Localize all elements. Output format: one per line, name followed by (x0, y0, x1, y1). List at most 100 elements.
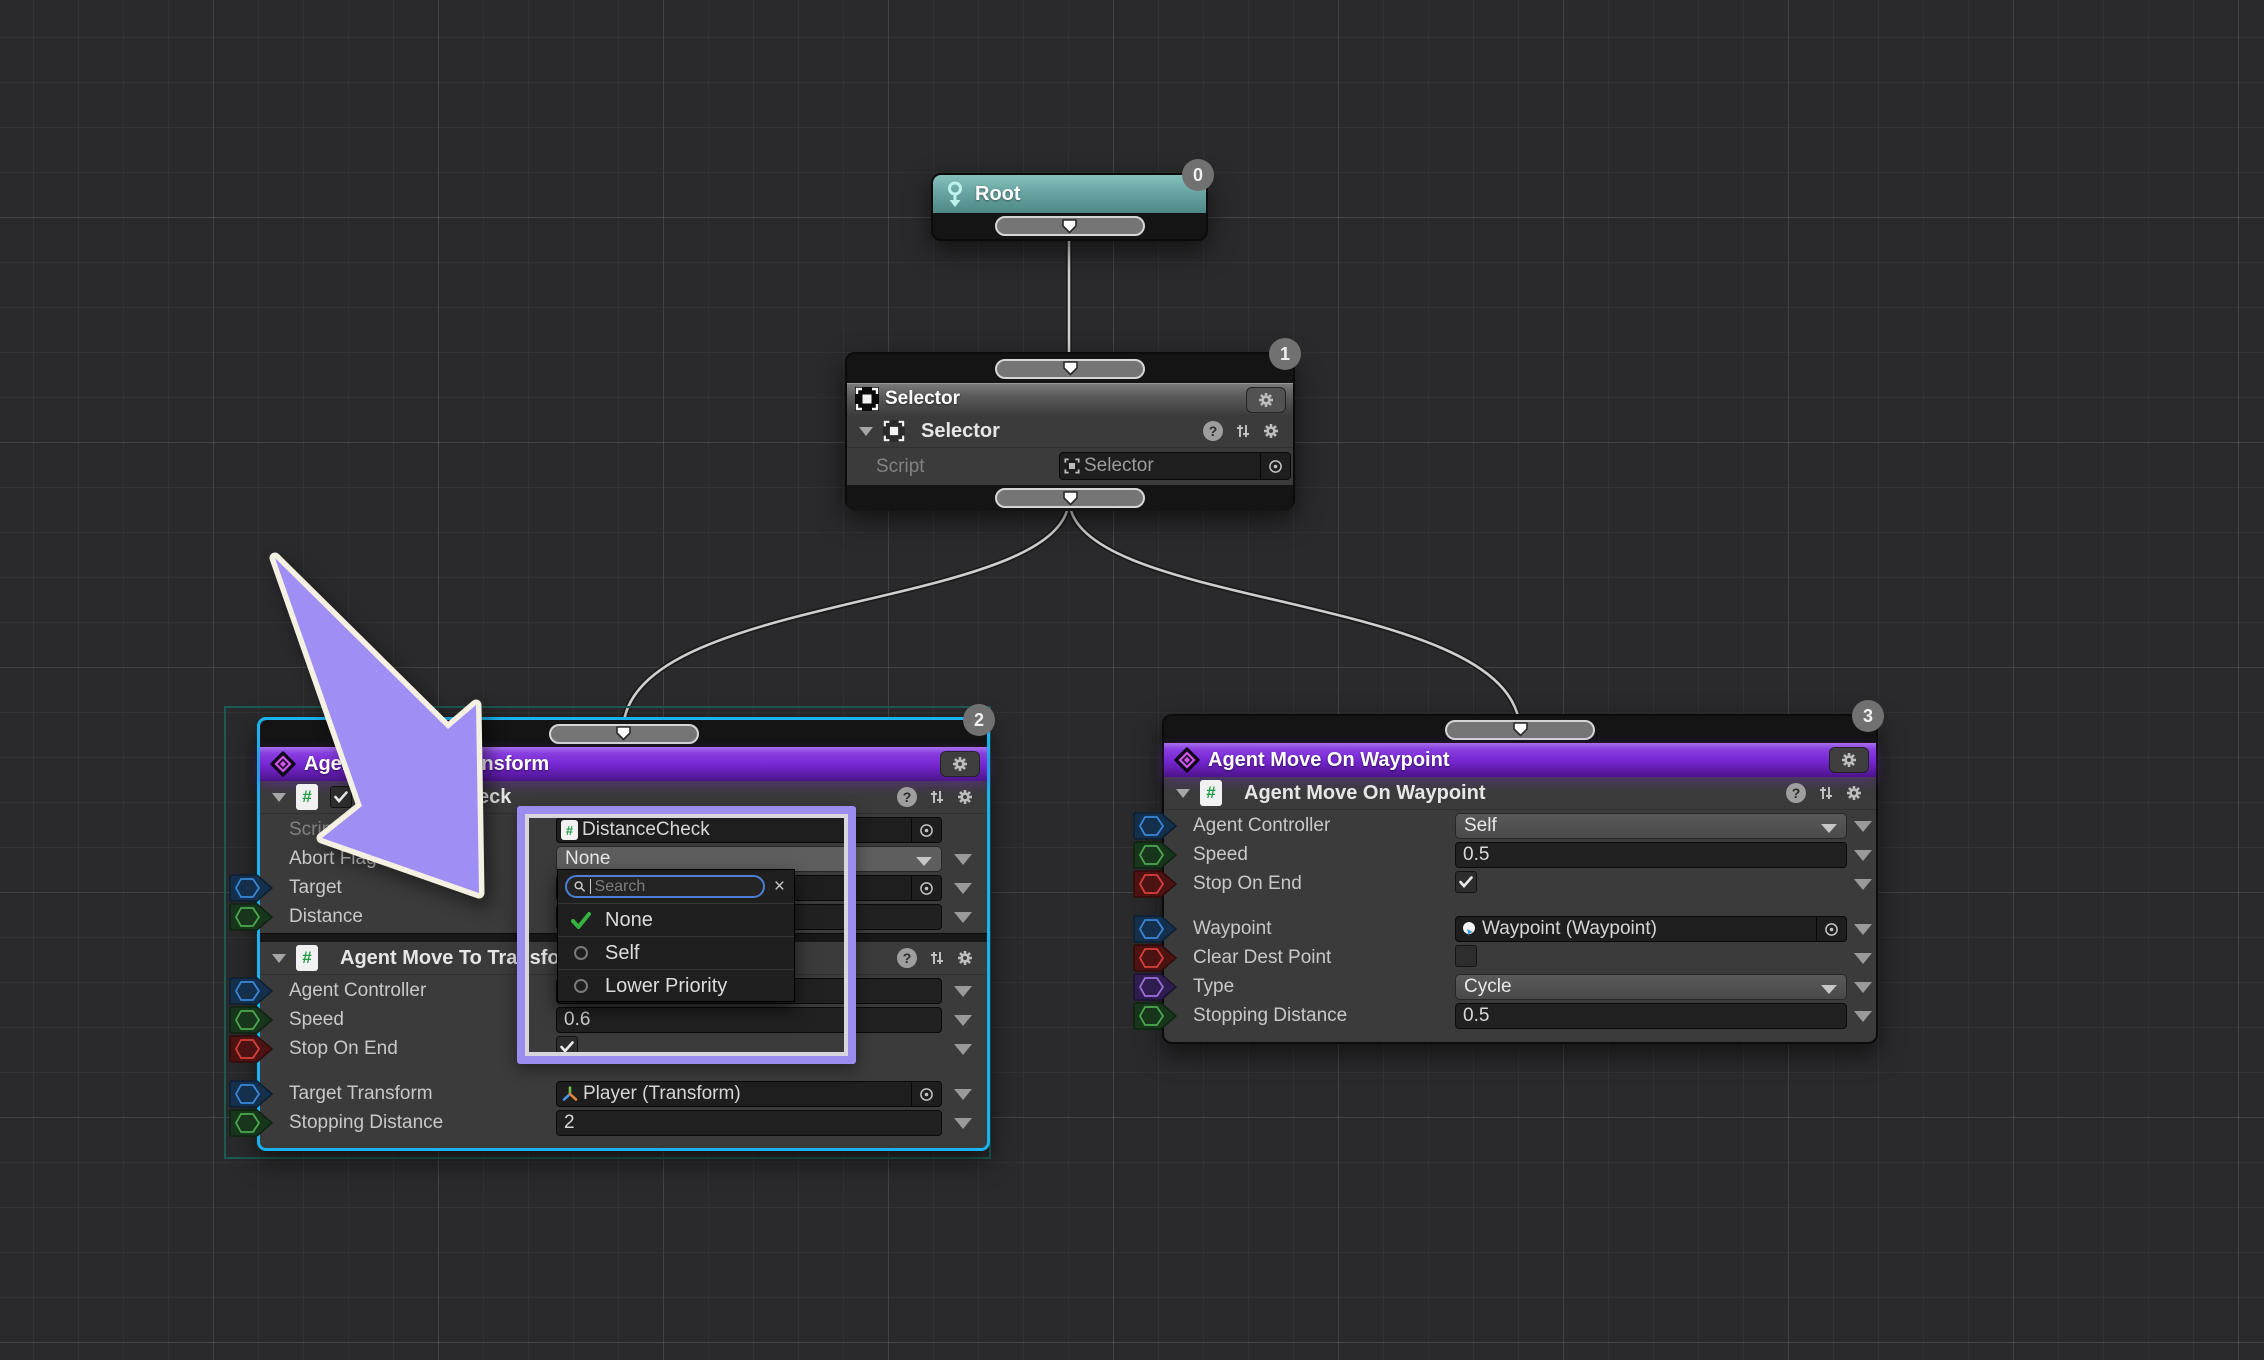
gear-icon[interactable] (1263, 423, 1279, 439)
search-input[interactable] (595, 878, 756, 896)
stopping-distance-field[interactable]: 2 (556, 1110, 942, 1136)
selector-input-port[interactable] (995, 359, 1145, 379)
dropdown-caret-icon[interactable] (954, 1044, 972, 1055)
enabled-checkbox[interactable] (330, 786, 352, 808)
waypoint-port[interactable] (1133, 914, 1179, 944)
target-transform-port[interactable] (229, 1079, 275, 1109)
stopping-distance-field[interactable]: 0.5 (1455, 1003, 1847, 1029)
selector-brackets-icon (855, 387, 879, 411)
popup-option-lower-priority[interactable]: Lower Priority (558, 969, 794, 1002)
gear-icon[interactable] (957, 789, 973, 805)
target-picker-icon[interactable] (911, 818, 941, 842)
target-transform-object-field[interactable]: Player (Transform) (556, 1081, 942, 1107)
stop-on-end-port[interactable] (229, 1034, 275, 1064)
type-port[interactable] (1133, 972, 1179, 1002)
chevron-down-icon[interactable] (859, 427, 873, 436)
chevron-down-icon[interactable] (272, 793, 286, 802)
dropdown-caret-icon[interactable] (1854, 879, 1872, 890)
node-settings-button[interactable] (1246, 387, 1286, 413)
selector-brackets-icon (1064, 458, 1080, 474)
dropdown-caret-icon[interactable] (1854, 924, 1872, 935)
shield-connector-icon (615, 726, 632, 741)
row-spacer (1164, 900, 1876, 916)
speed-port[interactable] (1133, 840, 1179, 870)
selector-node-titlebar[interactable]: Selector (847, 383, 1293, 415)
node-input-port[interactable] (549, 724, 699, 744)
chevron-down-icon[interactable] (1176, 789, 1190, 798)
dropdown-caret-icon[interactable] (1854, 850, 1872, 861)
dropdown-caret-icon[interactable] (1854, 953, 1872, 964)
dropdown-caret-icon[interactable] (954, 986, 972, 997)
presets-icon[interactable] (929, 950, 945, 966)
popup-search-field[interactable] (565, 875, 765, 898)
stop-on-end-checkbox[interactable] (1455, 871, 1477, 893)
chevron-down-icon[interactable] (272, 954, 286, 963)
gear-icon[interactable] (957, 950, 973, 966)
agent-controller-port[interactable] (229, 976, 275, 1006)
target-picker-icon[interactable] (1260, 453, 1290, 479)
stop-on-end-checkbox[interactable] (556, 1036, 578, 1058)
dropdown-caret-icon[interactable] (954, 854, 972, 865)
script-object-field[interactable]: # DistanceCheck (556, 817, 942, 843)
popup-option-self[interactable]: Self (558, 936, 794, 969)
script-object-icon (1460, 920, 1478, 938)
speed-port[interactable] (229, 1005, 275, 1035)
help-icon[interactable]: ? (1203, 421, 1223, 441)
gear-icon[interactable] (1846, 785, 1862, 801)
dropdown-caret-icon[interactable] (1854, 1011, 1872, 1022)
clear-dest-point-port[interactable] (1133, 943, 1179, 973)
distancecheck-section-header[interactable]: # DistanceCheck ? (260, 781, 987, 814)
node-title: Agent Move On Waypoint (1208, 749, 1449, 772)
presets-icon[interactable] (1818, 785, 1834, 801)
type-dropdown[interactable]: Cycle (1455, 974, 1847, 1000)
stopping-distance-port[interactable] (229, 1108, 275, 1138)
agent-controller-dropdown[interactable]: Self (1455, 813, 1847, 839)
diamond-icon (1174, 747, 1200, 773)
clear-dest-point-checkbox[interactable] (1455, 945, 1477, 967)
distance-port[interactable] (229, 902, 275, 932)
root-node[interactable]: 0 Root (931, 173, 1208, 241)
dropdown-caret-icon[interactable] (954, 1015, 972, 1026)
node-header[interactable]: Agent Move On Waypoint (1164, 743, 1876, 777)
speed-field[interactable]: 0.5 (1455, 842, 1847, 868)
presets-icon[interactable] (1235, 423, 1251, 439)
dropdown-caret-icon[interactable] (1854, 821, 1872, 832)
abort-flags-popup[interactable]: × None Self Lower Priority (557, 869, 795, 1002)
stop-on-end-port[interactable] (1133, 869, 1179, 899)
target-port[interactable] (229, 873, 275, 903)
dropdown-caret-icon[interactable] (954, 1089, 972, 1100)
stop-on-end-row: Stop On End (1164, 871, 1876, 897)
target-picker-icon[interactable] (911, 1082, 941, 1106)
selector-node-title: Selector (885, 388, 960, 410)
presets-icon[interactable] (929, 789, 945, 805)
selector-node[interactable]: 1 Selector (845, 352, 1295, 510)
selector-inspector-header[interactable]: Selector ? (847, 415, 1293, 448)
node-header[interactable]: Agent Move To Transform (260, 747, 987, 781)
target-picker-icon[interactable] (1816, 917, 1846, 941)
dropdown-caret-icon[interactable] (954, 912, 972, 923)
speed-field[interactable]: 0.6 (556, 1007, 942, 1033)
popup-option-none[interactable]: None (558, 903, 794, 936)
selector-output-port[interactable] (995, 488, 1145, 508)
agent-controller-port[interactable] (1133, 811, 1179, 841)
clear-search-button[interactable]: × (772, 877, 787, 896)
node-input-port[interactable] (1445, 720, 1595, 740)
agent-move-on-waypoint-section-header[interactable]: # Agent Move On Waypoint ? (1164, 777, 1876, 810)
target-picker-icon[interactable] (911, 876, 941, 900)
node-settings-button[interactable] (940, 751, 980, 777)
dropdown-caret-icon[interactable] (954, 883, 972, 894)
csharp-script-icon: # (296, 945, 318, 971)
dropdown-caret-icon[interactable] (1854, 982, 1872, 993)
root-node-header[interactable]: Root (933, 175, 1206, 213)
script-object-field[interactable]: Selector (1059, 452, 1291, 480)
root-output-port[interactable] (995, 216, 1145, 236)
help-icon[interactable]: ? (897, 948, 917, 968)
graph-canvas[interactable]: 0 Root 1 (0, 0, 2264, 1360)
help-icon[interactable]: ? (1786, 783, 1806, 803)
waypoint-object-field[interactable]: Waypoint (Waypoint) (1455, 916, 1847, 942)
agent-move-on-waypoint-node[interactable]: 3 Agent Move On Waypoint (1162, 714, 1878, 1044)
help-icon[interactable]: ? (897, 787, 917, 807)
stopping-distance-port[interactable] (1133, 1001, 1179, 1031)
node-settings-button[interactable] (1829, 747, 1869, 773)
dropdown-caret-icon[interactable] (954, 1118, 972, 1129)
